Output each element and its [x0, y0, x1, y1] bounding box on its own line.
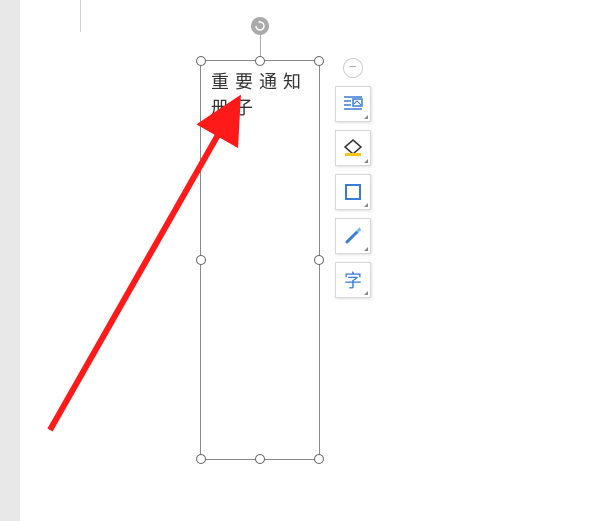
app-chrome-edge	[0, 0, 20, 521]
selected-textbox[interactable]: 重要通知册子	[200, 60, 320, 460]
layout-options-button[interactable]	[335, 86, 371, 122]
minus-icon: −	[349, 61, 357, 75]
shape-effects-button[interactable]	[335, 218, 371, 254]
dropdown-indicator-icon	[364, 115, 368, 119]
resize-handle-tm[interactable]	[255, 56, 265, 66]
effects-icon	[342, 225, 364, 247]
resize-handle-tl[interactable]	[196, 56, 206, 66]
typography-icon: 字	[344, 267, 362, 293]
layout-icon	[342, 94, 364, 114]
shape-fill-button[interactable]	[335, 130, 371, 166]
dropdown-indicator-icon	[364, 159, 368, 163]
rotation-handle[interactable]	[251, 17, 269, 35]
outline-icon	[343, 182, 363, 202]
fill-icon	[342, 138, 364, 158]
textbox-text[interactable]: 重要通知册子	[201, 61, 319, 129]
resize-handle-bm[interactable]	[255, 454, 265, 464]
dropdown-indicator-icon	[364, 203, 368, 207]
resize-handle-br[interactable]	[314, 454, 324, 464]
dropdown-indicator-icon	[364, 247, 368, 251]
shape-outline-button[interactable]	[335, 174, 371, 210]
dropdown-indicator-icon	[364, 291, 368, 295]
rotate-icon	[254, 20, 266, 32]
resize-handle-tr[interactable]	[314, 56, 324, 66]
resize-handle-mr[interactable]	[314, 255, 324, 265]
contextual-toolbar: − 字	[335, 58, 371, 298]
text-style-button[interactable]: 字	[335, 262, 371, 298]
resize-handle-ml[interactable]	[196, 255, 206, 265]
toolbar-collapse-button[interactable]: −	[343, 58, 363, 78]
resize-handle-bl[interactable]	[196, 454, 206, 464]
